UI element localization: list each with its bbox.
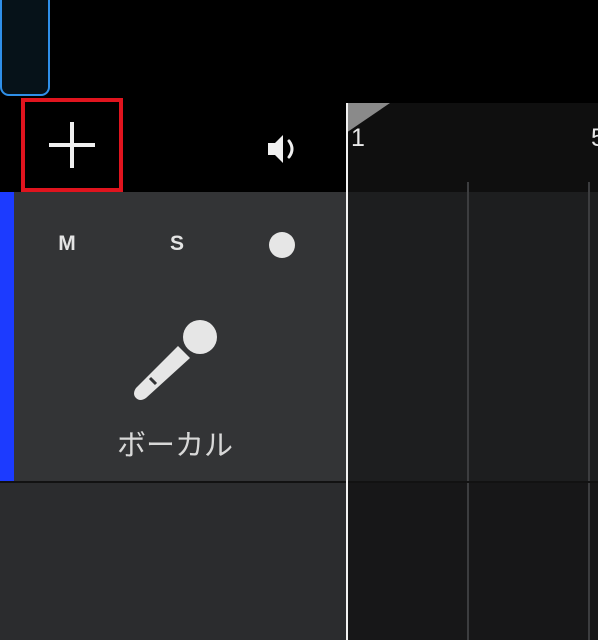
selected-region-thumbnail[interactable]: [0, 0, 50, 96]
timeline-empty-lane: [346, 482, 598, 640]
mute-button[interactable]: M: [47, 230, 87, 258]
track-header-vocal[interactable]: M S ボーカル: [0, 192, 346, 482]
bar-number-5: 5: [591, 124, 598, 152]
garageband-tracks-view: M S ボーカル 1 5: [0, 0, 598, 640]
playhead-line[interactable]: [346, 103, 348, 640]
plus-icon: [49, 122, 95, 168]
empty-track-area: [0, 482, 346, 640]
timeline-track-lane[interactable]: [346, 192, 598, 482]
timeline-ruler[interactable]: 1 5: [346, 103, 598, 192]
record-enable-button[interactable]: [269, 232, 295, 258]
top-strip: [0, 0, 598, 103]
bar-number-1: 1: [351, 124, 365, 152]
track-color-indicator: [0, 192, 14, 482]
row-divider: [0, 481, 598, 483]
add-track-button[interactable]: [21, 98, 123, 192]
solo-button[interactable]: S: [157, 230, 197, 258]
microphone-icon: [134, 320, 217, 400]
track-name-label: ボーカル: [116, 428, 233, 462]
bar-grid-line: [588, 182, 590, 640]
master-volume-button[interactable]: [264, 131, 304, 167]
speaker-icon: [268, 135, 294, 163]
bar-grid-line: [467, 182, 469, 640]
